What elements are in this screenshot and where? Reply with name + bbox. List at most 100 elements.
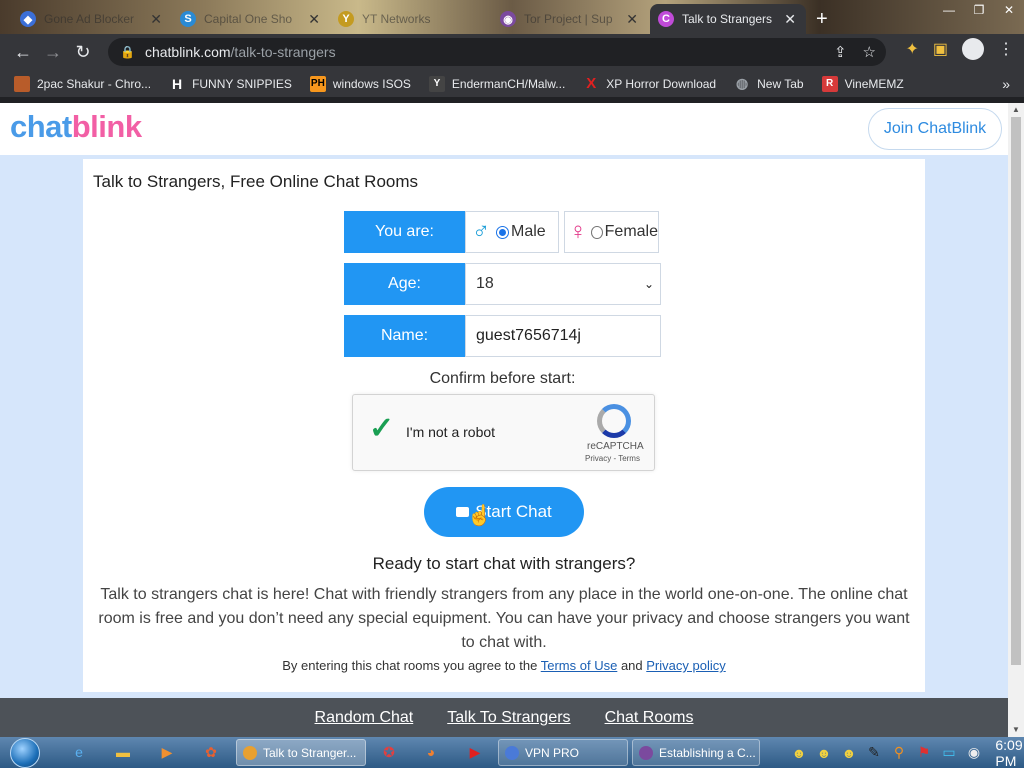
footer-link-random-chat[interactable]: Random Chat [315, 709, 414, 727]
window-controls: — ❐ ✕ [934, 0, 1024, 20]
gender-male-option[interactable]: ♂ Male [465, 211, 559, 253]
site-header: chatblink Join ChatBlink [0, 103, 1008, 155]
chat-start-card: Talk to Strangers, Free Online Chat Room… [83, 159, 925, 692]
back-button[interactable]: ← [8, 37, 38, 67]
ie-icon[interactable]: e [68, 741, 90, 763]
male-symbol-icon: ♂ [472, 218, 490, 245]
name-input[interactable]: guest7656714j [465, 315, 661, 357]
close-icon[interactable]: ✕ [626, 11, 638, 28]
monitor-icon[interactable]: ▭ [939, 744, 959, 762]
close-window-button[interactable]: ✕ [994, 0, 1024, 20]
new-tab-button[interactable]: + [816, 8, 828, 31]
lock-icon[interactable]: 🔒 [120, 45, 135, 59]
join-chatblink-button[interactable]: Join ChatBlink [868, 108, 1002, 150]
bookmarks-bar: 2pac Shakur - Chro... H FUNNY SNIPPIES P… [0, 70, 1024, 98]
age-select[interactable]: 18 ⌄ [465, 263, 661, 305]
footer-link-talk-to-strangers[interactable]: Talk To Strangers [447, 709, 570, 727]
close-icon[interactable]: ✕ [308, 11, 320, 28]
share-icon[interactable]: ⇪ [834, 43, 847, 61]
gender-female-option[interactable]: ♀ Female [564, 211, 659, 253]
captcha-label: I'm not a robot [406, 424, 496, 440]
h-logo-icon: H [172, 75, 183, 92]
bookmark-xp-horror[interactable]: X XP Horror Download [583, 75, 716, 92]
pinned-app-icon[interactable]: ✪ [378, 741, 400, 763]
s-logo-icon: S [180, 11, 196, 27]
page-content: chatblink Join ChatBlink Talk to Strange… [0, 103, 1008, 737]
bookmark-endermanch[interactable]: Y EndermanCH/Malw... [428, 75, 565, 92]
chevron-down-icon: ⌄ [643, 277, 654, 291]
footer-link-chat-rooms[interactable]: Chat Rooms [605, 709, 694, 727]
star-icon[interactable]: ☆ [863, 43, 876, 61]
flag-icon[interactable]: ⚑ [914, 744, 934, 762]
task-tor-browser[interactable]: Establishing a C... [632, 739, 760, 766]
ready-heading: Ready to start chat with strangers? [372, 554, 636, 573]
media-player-icon[interactable]: ▶ [156, 741, 178, 763]
search-icon[interactable]: ⚲ [889, 744, 909, 762]
start-button[interactable] [10, 737, 40, 768]
tab-gone-ad-blocker[interactable]: ◆ Gone Ad Blocker ✕ [12, 4, 172, 34]
reload-button[interactable]: ↻ [68, 37, 98, 67]
pen-icon[interactable]: ✎ [864, 744, 884, 762]
task-vpn-pro[interactable]: VPN PRO [498, 739, 628, 766]
bookmark-vinememz[interactable]: R VineMEMZ [821, 75, 904, 92]
chatblink-icon: C [658, 11, 674, 27]
recaptcha-widget: ✓ I'm not a robot reCAPTCHA Privacy - Te… [352, 394, 655, 471]
tab-capital-one[interactable]: S Capital One Sho ✕ [172, 4, 330, 34]
smiley-icon[interactable]: ☻ [789, 744, 809, 762]
smiley-icon[interactable]: ☻ [814, 744, 834, 762]
onion-icon: ◉ [500, 11, 516, 27]
smiley-icon[interactable]: ☻ [839, 744, 859, 762]
vpn-icon [505, 745, 519, 760]
tab-talk-to-strangers[interactable]: C Talk to Strangers ✕ [650, 4, 806, 34]
task-chrome[interactable]: Talk to Stranger... [236, 739, 366, 766]
ph-logo-icon: PH [309, 75, 326, 92]
maximize-button[interactable]: ❐ [964, 0, 994, 20]
female-radio[interactable] [591, 225, 603, 239]
page-scrollbar[interactable]: ▲ ▼ [1008, 103, 1024, 737]
checkmark-icon[interactable]: ✓ [369, 411, 394, 446]
start-chat-button[interactable]: Start Chat [424, 487, 584, 537]
youtube-icon[interactable]: ▶ [464, 741, 486, 763]
extensions-icon[interactable]: ✦ [905, 39, 918, 59]
profile-avatar[interactable] [962, 38, 984, 60]
age-label: Age: [344, 263, 465, 305]
bookmark-funny-snippies[interactable]: H FUNNY SNIPPIES [169, 76, 292, 92]
shield-icon: ◆ [20, 11, 36, 27]
address-bar[interactable]: 🔒 chatblink.com/talk-to-strangers ⇪ ☆ [108, 38, 886, 66]
recaptcha-logo-icon [597, 404, 631, 438]
scroll-up-arrow-icon[interactable]: ▲ [1012, 105, 1020, 114]
hand-cursor-icon: ☝ [467, 505, 492, 527]
tab-tor-project[interactable]: ◉ Tor Project | Sup ✕ [492, 4, 648, 34]
bookmark-new-tab[interactable]: ◍ New Tab [734, 75, 804, 92]
scroll-down-arrow-icon[interactable]: ▼ [1012, 725, 1020, 734]
system-tray: ☻ ☻ ☻ ✎ ⚲ ⚑ ▭ ◉ 6:09 PM [789, 737, 1024, 768]
bookmark-windows-isos[interactable]: PH windows ISOS [309, 75, 411, 92]
clock[interactable]: 6:09 PM [995, 737, 1022, 768]
chatblink-logo[interactable]: chatblink [10, 109, 142, 145]
recaptcha-links[interactable]: Privacy - Terms [585, 454, 640, 463]
terms-of-use-link[interactable]: Terms of Use [541, 658, 618, 673]
page-title: Talk to Strangers, Free Online Chat Room… [93, 172, 419, 191]
tab-yt-networks[interactable]: Y YT Networks [330, 4, 490, 34]
agreement-text: By entering this chat rooms you agree to… [282, 658, 726, 673]
confirm-text: Confirm before start: [429, 370, 576, 387]
x-logo-icon: X [586, 75, 597, 92]
forward-button[interactable]: → [38, 37, 68, 67]
volume-icon[interactable]: ◉ [964, 744, 984, 762]
minimize-button[interactable]: — [934, 0, 964, 20]
firefox-icon[interactable]: ◕ [420, 741, 442, 763]
sidebar-icon[interactable]: ▣ [933, 39, 948, 59]
male-label: Male [511, 223, 546, 240]
close-icon[interactable]: ✕ [784, 11, 796, 28]
folder-icon[interactable]: ▬ [112, 741, 134, 763]
privacy-policy-link[interactable]: Privacy policy [646, 658, 725, 673]
paint-icon[interactable]: ✿ [200, 741, 222, 763]
male-radio[interactable] [496, 225, 509, 239]
scrollbar-thumb[interactable] [1011, 117, 1021, 665]
menu-kebab-icon[interactable]: ⋮ [998, 39, 1014, 59]
close-icon[interactable]: ✕ [150, 11, 162, 28]
tab-strip: ◆ Gone Ad Blocker ✕ S Capital One Sho ✕ … [0, 0, 1024, 34]
windows-taskbar: e ▬ ▶ ✿ Talk to Stranger... ✪ ◕ ▶ VPN PR… [0, 737, 1024, 768]
bookmarks-overflow-button[interactable]: » [1002, 76, 1010, 92]
bookmark-2pac[interactable]: 2pac Shakur - Chro... [14, 75, 151, 92]
